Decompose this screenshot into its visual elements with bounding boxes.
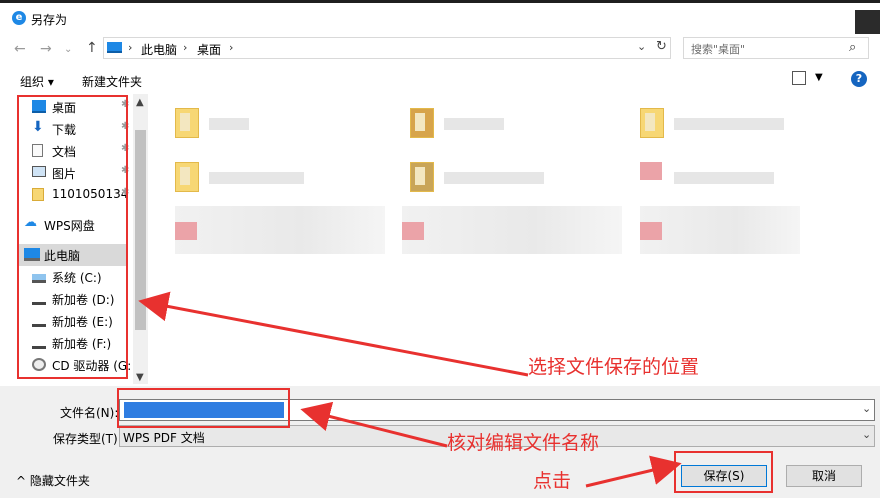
nav-pane-highlight-box xyxy=(17,95,128,379)
folder-icon xyxy=(410,162,434,192)
save-button-highlight-box xyxy=(674,451,773,493)
list-item[interactable] xyxy=(175,156,385,200)
list-item[interactable] xyxy=(175,206,385,254)
file-thumbnail-icon xyxy=(402,222,424,240)
breadcrumb-separator-icon[interactable]: › xyxy=(183,41,187,54)
filetype-value: WPS PDF 文档 xyxy=(123,431,205,445)
forward-arrow-icon[interactable]: → xyxy=(40,41,52,57)
nav-scrollbar-thumb[interactable] xyxy=(135,130,146,330)
view-options-icon[interactable] xyxy=(792,71,806,85)
this-pc-icon xyxy=(107,42,122,53)
file-list xyxy=(150,94,880,384)
search-icon[interactable]: ⌕ xyxy=(849,40,856,55)
up-arrow-icon[interactable]: ↑ xyxy=(86,40,98,56)
breadcrumb-this-pc[interactable]: 此电脑 xyxy=(141,41,177,58)
blurred-filename xyxy=(444,172,544,184)
search-placeholder: 搜索"桌面" xyxy=(691,43,746,56)
breadcrumb-desktop[interactable]: 桌面 xyxy=(197,41,221,58)
location-annotation: 选择文件保存的位置 xyxy=(528,356,700,378)
browser-app-icon: e xyxy=(12,11,26,25)
filename-label: 文件名(N): xyxy=(60,406,119,420)
hide-folders-toggle[interactable]: ^ 隐藏文件夹 xyxy=(16,472,90,489)
help-icon[interactable]: ? xyxy=(851,71,867,87)
scroll-down-icon[interactable]: ▼ xyxy=(136,372,144,383)
blurred-filename xyxy=(444,118,504,130)
search-input[interactable]: 搜索"桌面" ⌕ xyxy=(683,37,869,59)
folder-icon xyxy=(175,108,199,138)
list-item[interactable] xyxy=(640,156,850,200)
folder-icon xyxy=(640,108,664,138)
filename-dropdown-icon[interactable]: ⌄ xyxy=(862,402,871,415)
list-item[interactable] xyxy=(410,156,620,200)
new-folder-button[interactable]: 新建文件夹 xyxy=(82,73,142,90)
title-bar xyxy=(0,3,880,35)
filetype-dropdown-icon[interactable]: ⌄ xyxy=(862,428,871,441)
folder-icon xyxy=(175,162,199,192)
close-button[interactable] xyxy=(855,10,880,34)
blurred-file-tile xyxy=(640,206,800,254)
list-item[interactable] xyxy=(640,102,850,146)
list-item[interactable] xyxy=(640,206,850,254)
list-item[interactable] xyxy=(175,102,385,146)
blurred-file-tile xyxy=(175,206,385,254)
file-thumbnail-icon xyxy=(175,222,197,240)
click-annotation: 点击 xyxy=(533,470,572,492)
file-thumbnail-icon xyxy=(640,162,662,180)
file-thumbnail-icon xyxy=(640,222,662,240)
blurred-filename xyxy=(674,118,784,130)
cancel-button[interactable]: 取消 xyxy=(786,465,862,487)
view-dropdown-icon[interactable]: ▼ xyxy=(815,72,823,83)
back-arrow-icon[interactable]: ← xyxy=(14,41,26,57)
folder-icon xyxy=(410,108,434,138)
blurred-filename xyxy=(209,172,304,184)
refresh-icon[interactable]: ↻ xyxy=(656,39,667,54)
blurred-file-tile xyxy=(402,206,622,254)
blurred-filename xyxy=(209,118,249,130)
window-title: 另存为 xyxy=(31,13,68,27)
filetype-label: 保存类型(T): xyxy=(53,432,122,446)
list-item[interactable] xyxy=(402,206,622,254)
filename-annotation: 核对编辑文件名称 xyxy=(447,432,600,454)
filename-highlight-box xyxy=(117,388,290,428)
recent-locations-chevron-icon[interactable]: ⌄ xyxy=(64,44,72,55)
breadcrumb-separator-icon[interactable]: › xyxy=(128,41,132,54)
blurred-filename xyxy=(674,172,774,184)
breadcrumb-separator-icon[interactable]: › xyxy=(229,41,233,54)
address-bar[interactable]: › 此电脑 › 桌面 › ⌄ ↻ xyxy=(103,37,671,59)
organize-button[interactable]: 组织 ▾ xyxy=(20,73,54,90)
list-item[interactable] xyxy=(410,102,620,146)
scroll-up-icon[interactable]: ▲ xyxy=(136,97,144,108)
address-history-dropdown-icon[interactable]: ⌄ xyxy=(637,40,646,53)
